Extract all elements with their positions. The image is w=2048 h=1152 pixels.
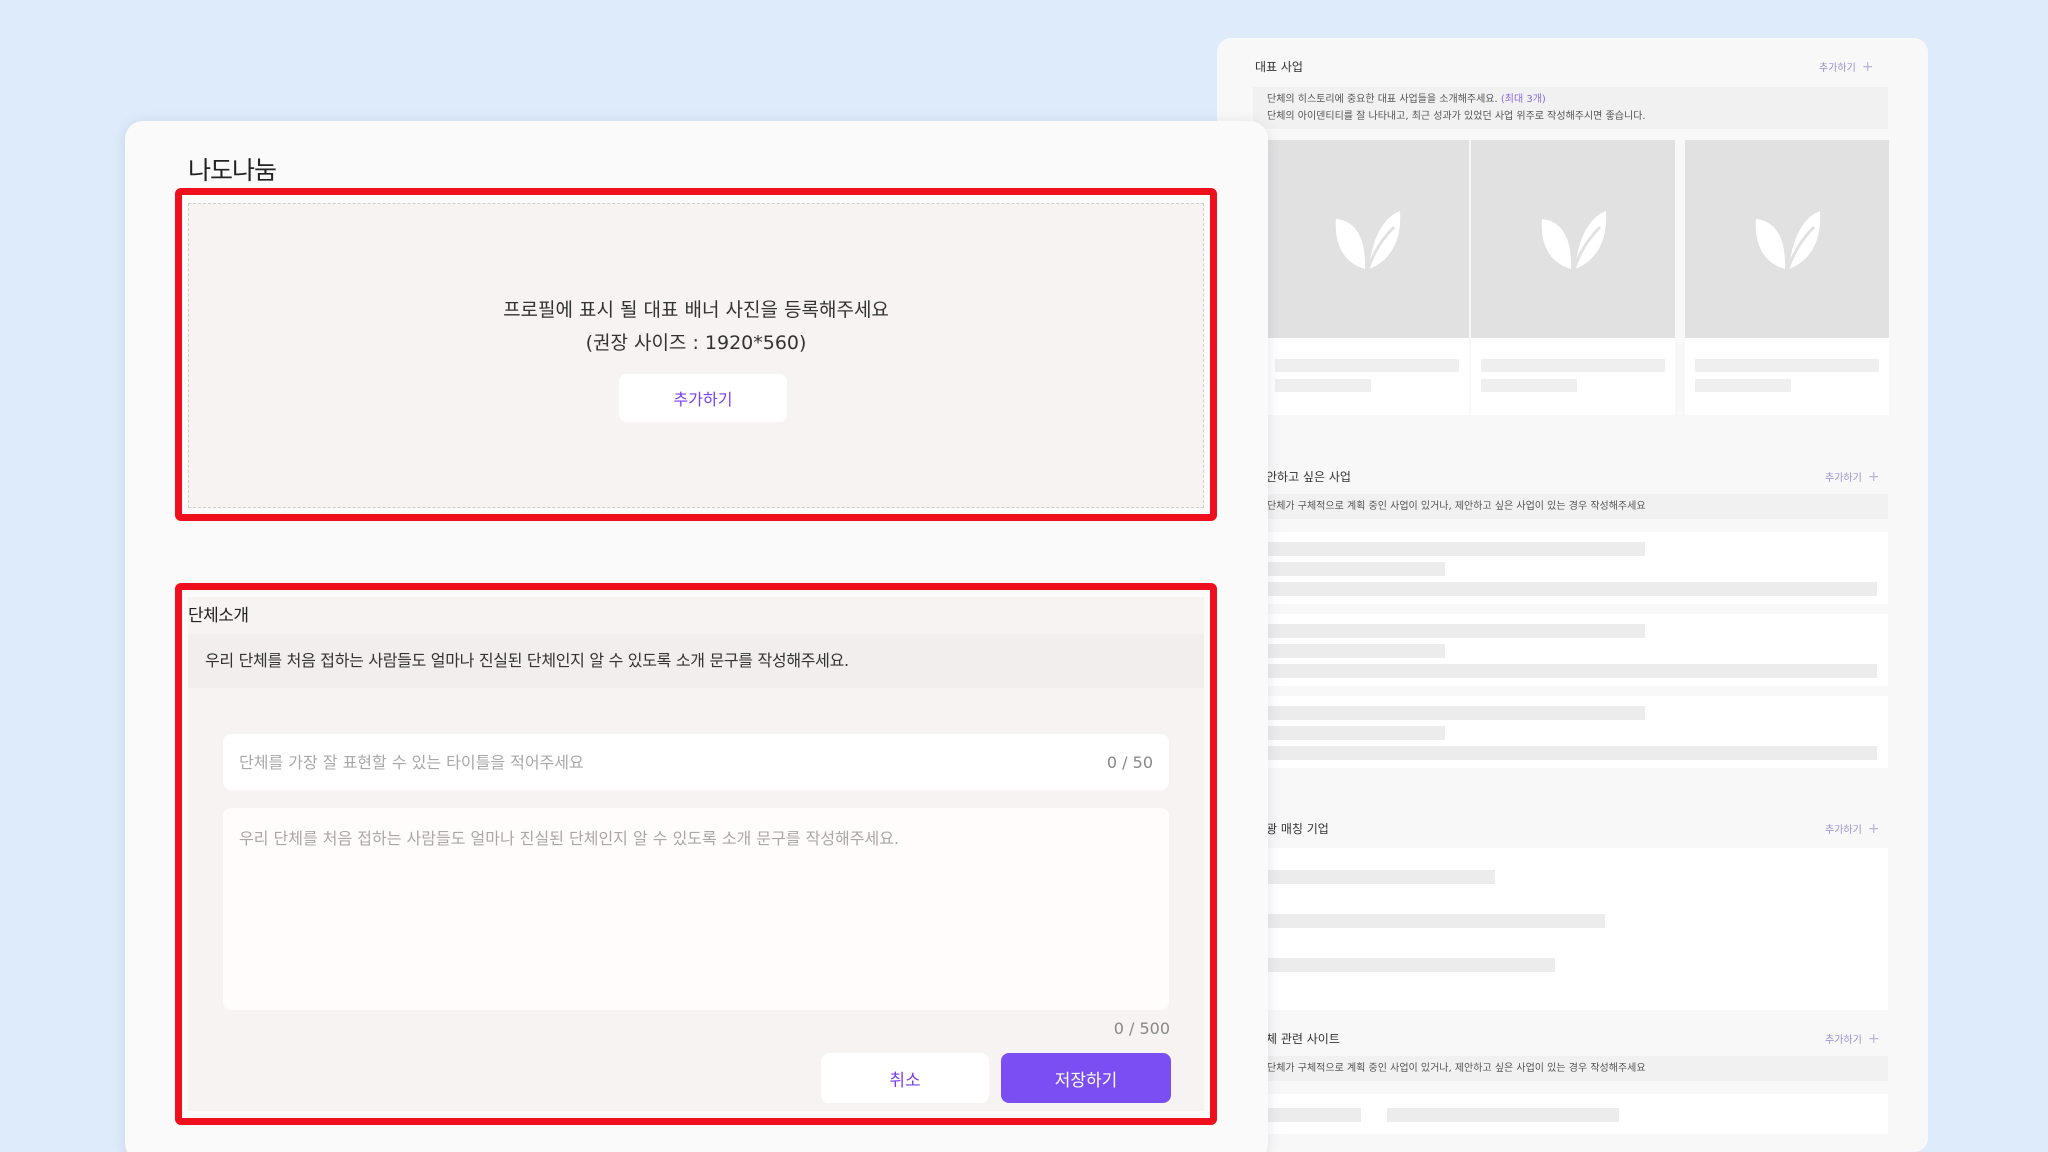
proposal-item[interactable] bbox=[1253, 614, 1888, 686]
sites-section-title: 체 관련 사이트 bbox=[1266, 1032, 1340, 1046]
featured-card[interactable] bbox=[1471, 140, 1675, 415]
placeholder-line bbox=[1695, 379, 1791, 392]
sites-description: 단체가 구체적으로 계획 중인 사업이 있거나, 제안하고 싶은 사업이 있는 … bbox=[1253, 1056, 1888, 1081]
card-thumbnail bbox=[1265, 140, 1469, 338]
featured-desc-line2: 단체의 아이덴티티를 잘 나타내고, 최근 성과가 있었던 사업 위주로 작성해… bbox=[1267, 111, 1646, 122]
proposal-add-label: 추가하기 bbox=[1825, 473, 1862, 484]
featured-desc-max: (최대 3개) bbox=[1500, 94, 1546, 105]
leaf-logo-icon bbox=[1335, 211, 1401, 270]
plus-icon: + bbox=[1861, 58, 1874, 75]
placeholder-line bbox=[1695, 359, 1879, 372]
placeholder-line bbox=[1275, 359, 1459, 372]
edit-profile-modal: 나도나눔 프로필에 표시 될 대표 배너 사진을 등록해주세요 (권장 사이즈 … bbox=[125, 121, 1268, 1152]
featured-desc-line1: 단체의 히스토리에 중요한 대표 사업들을 소개해주세요. bbox=[1267, 94, 1498, 105]
proposal-description: 단체가 구체적으로 계획 중인 사업이 있거나, 제안하고 싶은 사업이 있는 … bbox=[1253, 494, 1888, 519]
matching-section-title: 광 매칭 기업 bbox=[1266, 822, 1329, 836]
featured-section-title: 대표 사업 bbox=[1255, 60, 1303, 74]
sites-add-label: 추가하기 bbox=[1825, 1035, 1862, 1046]
featured-description: 단체의 히스토리에 중요한 대표 사업들을 소개해주세요. (최대 3개) 단체… bbox=[1253, 87, 1888, 129]
highlight-box-intro bbox=[175, 583, 1217, 1125]
profile-panel: 대표 사업 추가하기 + 단체의 히스토리에 중요한 대표 사업들을 소개해주세… bbox=[1217, 38, 1928, 1152]
matching-list bbox=[1253, 848, 1888, 1010]
placeholder-line bbox=[1481, 379, 1577, 392]
featured-card[interactable] bbox=[1685, 140, 1889, 415]
featured-add-button[interactable]: 추가하기 + bbox=[1819, 58, 1874, 75]
matching-add-label: 추가하기 bbox=[1825, 825, 1862, 836]
proposal-item[interactable] bbox=[1253, 532, 1888, 604]
featured-card[interactable] bbox=[1265, 140, 1469, 415]
proposal-add-button[interactable]: 추가하기 + bbox=[1825, 468, 1880, 485]
card-thumbnail bbox=[1471, 140, 1675, 338]
leaf-logo-icon bbox=[1755, 211, 1821, 270]
placeholder-line bbox=[1481, 359, 1665, 372]
sites-list bbox=[1253, 1094, 1888, 1134]
proposal-section-title: 안하고 싶은 사업 bbox=[1266, 470, 1351, 484]
plus-icon: + bbox=[1867, 820, 1880, 837]
highlight-box-banner bbox=[175, 188, 1217, 521]
proposal-item[interactable] bbox=[1253, 696, 1888, 768]
card-thumbnail bbox=[1685, 140, 1889, 338]
matching-add-button[interactable]: 추가하기 + bbox=[1825, 820, 1880, 837]
modal-title: 나도나눔 bbox=[188, 156, 277, 185]
plus-icon: + bbox=[1867, 468, 1880, 485]
sites-add-button[interactable]: 추가하기 + bbox=[1825, 1030, 1880, 1047]
plus-icon: + bbox=[1867, 1030, 1880, 1047]
placeholder-line bbox=[1275, 379, 1371, 392]
featured-add-label: 추가하기 bbox=[1819, 63, 1856, 74]
leaf-logo-icon bbox=[1541, 211, 1607, 270]
